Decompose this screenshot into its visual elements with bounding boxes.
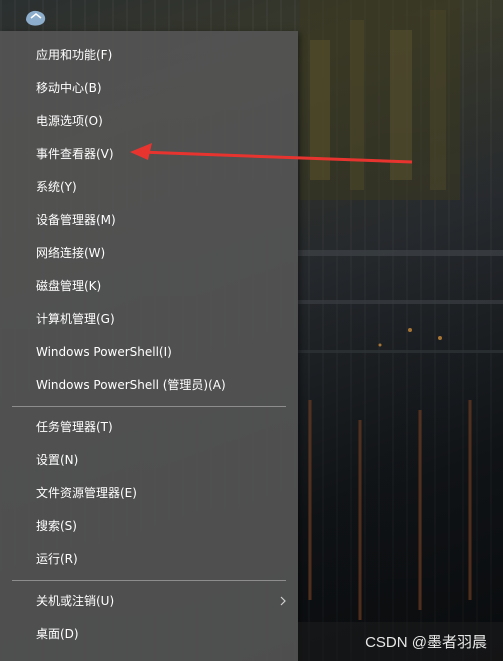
watermark-text: CSDN @墨者羽晨 [365, 634, 487, 651]
menu-item-computer-management[interactable]: 计算机管理(G) [0, 303, 298, 336]
menu-item-desktop[interactable]: 桌面(D) [0, 618, 298, 651]
menu-item-label: 系统(Y) [36, 180, 77, 194]
menu-item-label: 设备管理器(M) [36, 213, 116, 227]
menu-item-label: 磁盘管理(K) [36, 279, 102, 293]
menu-item-label: 关机或注销(U) [36, 594, 115, 608]
menu-item-network-connections[interactable]: 网络连接(W) [0, 237, 298, 270]
menu-item-label: 文件资源管理器(E) [36, 486, 137, 500]
watermark: CSDN @墨者羽晨 [298, 622, 503, 661]
menu-item-label: 计算机管理(G) [36, 312, 115, 326]
menu-item-power-options[interactable]: 电源选项(O) [0, 105, 298, 138]
recycle-bin-icon[interactable] [22, 6, 50, 28]
chevron-right-icon [280, 596, 286, 606]
menu-item-label: 设置(N) [36, 453, 79, 467]
menu-item-label: 电源选项(O) [36, 114, 103, 128]
menu-item-powershell[interactable]: Windows PowerShell(I) [0, 336, 298, 369]
menu-item-label: 应用和功能(F) [36, 48, 113, 62]
menu-item-device-manager[interactable]: 设备管理器(M) [0, 204, 298, 237]
menu-item-label: 事件查看器(V) [36, 147, 114, 161]
menu-item-label: Windows PowerShell (管理员)(A) [36, 378, 226, 392]
menu-item-task-manager[interactable]: 任务管理器(T) [0, 411, 298, 444]
menu-item-label: 搜索(S) [36, 519, 77, 533]
menu-item-label: 桌面(D) [36, 627, 79, 641]
winx-context-menu: 应用和功能(F) 移动中心(B) 电源选项(O) 事件查看器(V) 系统(Y) … [0, 31, 298, 661]
menu-item-disk-management[interactable]: 磁盘管理(K) [0, 270, 298, 303]
menu-item-system[interactable]: 系统(Y) [0, 171, 298, 204]
menu-item-label: 运行(R) [36, 552, 78, 566]
menu-item-run[interactable]: 运行(R) [0, 543, 298, 576]
menu-item-apps-and-features[interactable]: 应用和功能(F) [0, 39, 298, 72]
menu-separator [12, 406, 286, 407]
desktop-screen: 应用和功能(F) 移动中心(B) 电源选项(O) 事件查看器(V) 系统(Y) … [0, 0, 503, 661]
menu-item-search[interactable]: 搜索(S) [0, 510, 298, 543]
annotation-arrow-icon [130, 143, 413, 164]
menu-item-label: Windows PowerShell(I) [36, 345, 172, 359]
menu-item-shutdown-or-signout[interactable]: 关机或注销(U) [0, 585, 298, 618]
menu-separator [12, 580, 286, 581]
menu-item-powershell-admin[interactable]: Windows PowerShell (管理员)(A) [0, 369, 298, 402]
menu-item-mobility-center[interactable]: 移动中心(B) [0, 72, 298, 105]
menu-item-settings[interactable]: 设置(N) [0, 444, 298, 477]
menu-item-label: 任务管理器(T) [36, 420, 113, 434]
menu-item-label: 移动中心(B) [36, 81, 102, 95]
menu-item-label: 网络连接(W) [36, 246, 106, 260]
menu-item-file-explorer[interactable]: 文件资源管理器(E) [0, 477, 298, 510]
